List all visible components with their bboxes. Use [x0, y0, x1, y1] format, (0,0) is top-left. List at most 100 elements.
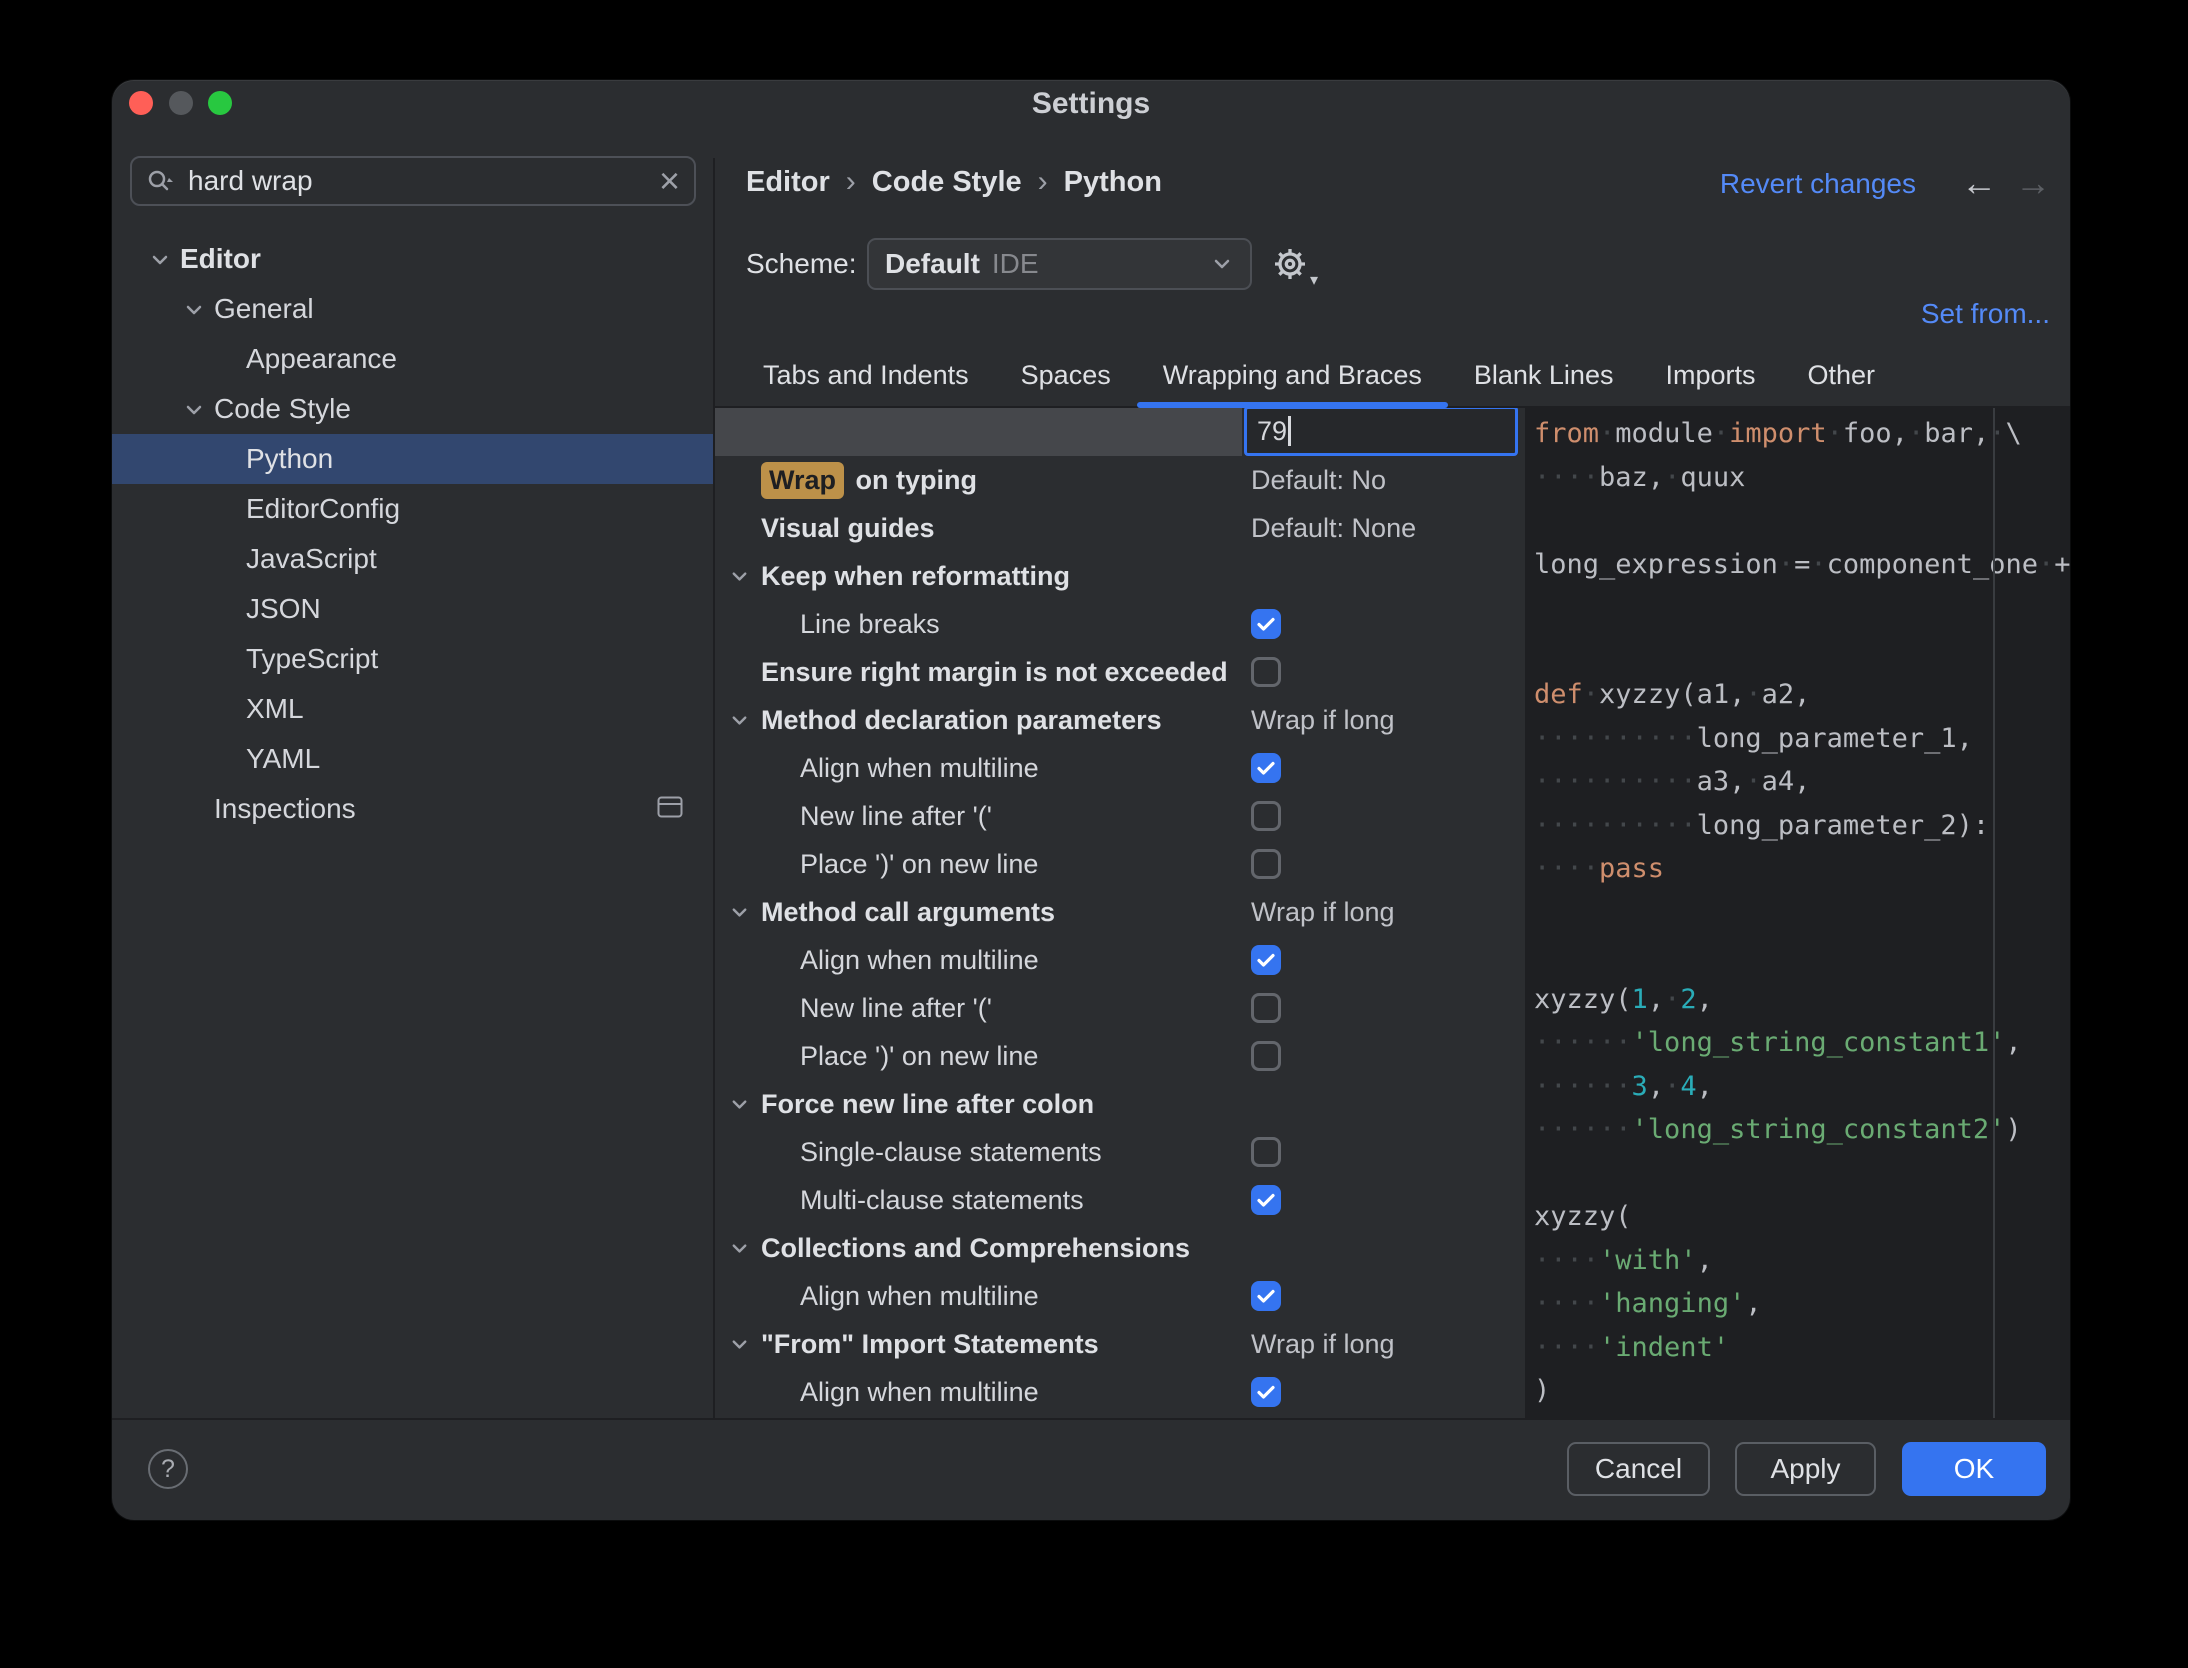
breadcrumb-item-python[interactable]: Python [1064, 166, 1162, 199]
back-arrow-icon[interactable]: ← [1959, 162, 1999, 204]
footer-bar: ? Cancel Apply OK [112, 1418, 2070, 1520]
cancel-button[interactable]: Cancel [1567, 1442, 1710, 1496]
chevron-down-icon[interactable] [182, 297, 206, 321]
settings-row-align-when-multiline: Align when multiline [715, 744, 1525, 792]
setting-label: Place ')' on new line [800, 849, 1038, 880]
settings-row-place-on-new-line: Place ')' on new line [715, 840, 1525, 888]
checkbox-checked[interactable] [1251, 609, 1281, 639]
sidebar-item-xml[interactable]: XML [112, 684, 713, 734]
sidebar-item-code-style[interactable]: Code Style [112, 384, 713, 434]
checkbox-unchecked[interactable] [1251, 1137, 1281, 1167]
apply-button[interactable]: Apply [1735, 1442, 1876, 1496]
checkbox-checked[interactable] [1251, 753, 1281, 783]
code-style-tabs: Tabs and IndentsSpacesWrapping and Brace… [715, 326, 2070, 408]
sidebar-item-python[interactable]: Python [112, 434, 713, 484]
settings-row-new-line-after: New line after '(' [715, 984, 1525, 1032]
setting-label: Single-clause statements [800, 1137, 1102, 1168]
chevron-down-icon[interactable] [148, 247, 172, 271]
tab-other[interactable]: Other [1782, 344, 1902, 406]
sidebar-item-javascript[interactable]: JavaScript [112, 534, 713, 584]
scheme-select[interactable]: Default IDE [867, 238, 1252, 290]
sidebar-item-editor[interactable]: Editor [112, 234, 713, 284]
sidebar-item-label: Python [246, 443, 333, 475]
tab-blank-lines[interactable]: Blank Lines [1448, 344, 1640, 406]
code-line: xyzzy(1,·2, [1534, 978, 2070, 1022]
checkbox-unchecked[interactable] [1251, 657, 1281, 687]
chevron-down-icon[interactable] [728, 1333, 751, 1356]
sidebar-item-inspections[interactable]: Inspections [112, 784, 713, 834]
breadcrumb-separator: › [830, 165, 872, 199]
tab-spaces[interactable]: Spaces [995, 344, 1137, 406]
code-line [1534, 891, 2070, 935]
settings-row-hard-wrap-at: Hard wrap at: 79 [715, 408, 1525, 456]
code-line: ······3,·4, [1534, 1065, 2070, 1109]
breadcrumb-item-code-style[interactable]: Code Style [872, 166, 1022, 199]
sidebar-item-typescript[interactable]: TypeScript [112, 634, 713, 684]
sidebar-item-editorconfig[interactable]: EditorConfig [112, 484, 713, 534]
search-input-value[interactable]: hard wrap [188, 165, 659, 197]
search-match-highlight: Hard [761, 414, 839, 451]
chevron-down-icon[interactable] [728, 565, 751, 588]
setting-value[interactable]: Wrap if long [1251, 897, 1395, 928]
help-button[interactable]: ? [148, 1449, 188, 1489]
checkbox-checked[interactable] [1251, 1377, 1281, 1407]
setting-value[interactable]: Wrap if long [1251, 705, 1395, 736]
setting-value-cell: Default: No [1251, 456, 1386, 504]
chevron-down-icon[interactable] [182, 397, 206, 421]
sidebar-item-general[interactable]: General [112, 284, 713, 334]
chevron-down-icon[interactable] [728, 1237, 751, 1260]
setting-value[interactable]: Default: No [1251, 465, 1386, 496]
settings-search-field[interactable]: hard wrap × [130, 156, 696, 206]
checkbox-unchecked[interactable] [1251, 1041, 1281, 1071]
settings-tree: Editor General AppearanceCode Style Python E… [112, 234, 713, 834]
screen: Settings hard wrap × EditorGeneralAppear… [0, 0, 2188, 1668]
setting-value-cell [1251, 1176, 1281, 1224]
checkbox-unchecked[interactable] [1251, 801, 1281, 831]
code-line: ····baz,·quux [1534, 456, 2070, 500]
sidebar-item-json[interactable]: JSON [112, 584, 713, 634]
code-line [1534, 1152, 2070, 1196]
code-line: ····'hanging', [1534, 1282, 2070, 1326]
sidebar-item-label: Inspections [214, 793, 356, 825]
setting-label: Hard wrap at: [761, 414, 974, 451]
setting-value-cell [1251, 1128, 1281, 1176]
checkbox-checked[interactable] [1251, 945, 1281, 975]
code-line: ··········long_parameter_1, [1534, 717, 2070, 761]
setting-label: Method declaration parameters [761, 705, 1162, 736]
setting-value-cell: Default: None [1251, 504, 1416, 552]
setting-label: Place ')' on new line [800, 1041, 1038, 1072]
sidebar-item-appearance[interactable]: Appearance [112, 334, 713, 384]
settings-row-force-new-line-after-colon: Force new line after colon [715, 1080, 1525, 1128]
revert-changes-link[interactable]: Revert changes [1720, 168, 1916, 200]
checkbox-checked[interactable] [1251, 1281, 1281, 1311]
setting-value[interactable]: Default: None [1251, 513, 1416, 544]
code-line [1534, 499, 2070, 543]
sidebar-item-label: General [214, 293, 314, 325]
breadcrumb-item-editor[interactable]: Editor [746, 166, 830, 199]
code-line: def·xyzzy(a1,·a2, [1534, 673, 2070, 717]
tab-tabs-and-indents[interactable]: Tabs and Indents [737, 344, 995, 406]
settings-row-place-on-new-line: Place ')' on new line [715, 1032, 1525, 1080]
ok-button[interactable]: OK [1902, 1442, 2046, 1496]
checkbox-unchecked[interactable] [1251, 993, 1281, 1023]
chevron-down-icon[interactable] [728, 709, 751, 732]
sidebar-item-label: TypeScript [246, 643, 378, 675]
clear-search-icon[interactable]: × [659, 163, 680, 199]
scheme-gear-button[interactable]: ▾ [1270, 244, 1314, 288]
tab-wrapping-and-braces[interactable]: Wrapping and Braces [1137, 344, 1448, 406]
setting-label: New line after '(' [800, 993, 992, 1024]
setting-value[interactable]: Wrap if long [1251, 1329, 1395, 1360]
inspections-widget-icon[interactable] [657, 793, 683, 825]
code-line: ····'with', [1534, 1239, 2070, 1283]
checkbox-checked[interactable] [1251, 1185, 1281, 1215]
chevron-down-icon[interactable] [728, 1093, 751, 1116]
checkbox-unchecked[interactable] [1251, 849, 1281, 879]
wrapping-settings-list: Hard wrap at:79Wrap on typingDefault: No… [715, 408, 1525, 1418]
chevron-down-icon[interactable] [728, 901, 751, 924]
hard-wrap-input[interactable]: 79 [1244, 408, 1518, 456]
sidebar-item-yaml[interactable]: YAML [112, 734, 713, 784]
gear-icon [1270, 244, 1310, 284]
settings-row-new-line-after: New line after '(' [715, 792, 1525, 840]
tab-imports[interactable]: Imports [1639, 344, 1781, 406]
settings-row-align-when-multiline: Align when multiline [715, 936, 1525, 984]
